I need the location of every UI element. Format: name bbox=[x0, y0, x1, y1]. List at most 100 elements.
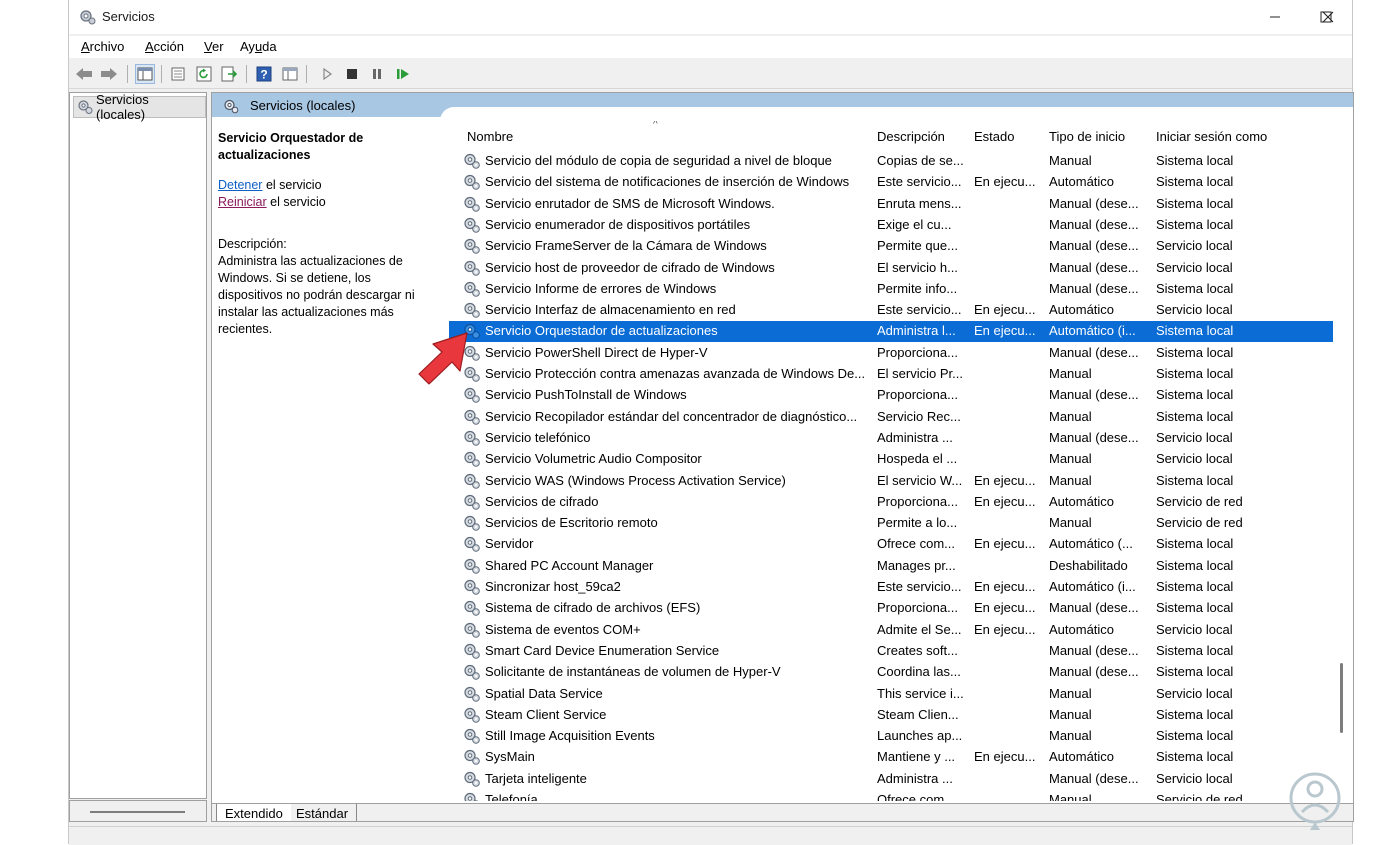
watermark-logo-icon bbox=[1286, 768, 1344, 832]
service-name: Spatial Data Service bbox=[485, 686, 871, 701]
refresh-icon[interactable] bbox=[194, 64, 214, 84]
service-description: Coordina las... bbox=[877, 664, 971, 679]
view-icon[interactable] bbox=[280, 64, 300, 84]
table-row-selected[interactable]: Servicio Orquestador de actualizacionesA… bbox=[449, 321, 1333, 342]
service-gear-icon bbox=[463, 770, 481, 791]
service-description: Proporciona... bbox=[877, 600, 971, 615]
service-startup-type: Manual bbox=[1049, 153, 1147, 168]
service-status: En ejecu... bbox=[974, 622, 1040, 637]
service-startup-type: Manual bbox=[1049, 515, 1147, 530]
column-header-status[interactable]: Estado bbox=[974, 129, 1014, 144]
table-row[interactable]: Servicio Volumetric Audio CompositorHosp… bbox=[449, 449, 1333, 470]
service-description: Creates soft... bbox=[877, 643, 971, 658]
service-gear-icon bbox=[463, 216, 481, 237]
service-gear-icon bbox=[463, 173, 481, 194]
menu-archivo[interactable]: Archivo bbox=[81, 39, 124, 54]
service-gear-icon bbox=[463, 493, 481, 514]
close-button[interactable] bbox=[1303, 0, 1353, 34]
table-row[interactable]: Still Image Acquisition EventsLaunches a… bbox=[449, 726, 1333, 747]
table-row[interactable]: Servicio enumerador de dispositivos port… bbox=[449, 215, 1333, 236]
play-icon[interactable] bbox=[317, 64, 337, 84]
service-log-on-as: Servicio local bbox=[1156, 238, 1326, 253]
service-name: Sistema de cifrado de archivos (EFS) bbox=[485, 600, 871, 615]
service-description: Mantiene y ... bbox=[877, 749, 971, 764]
table-row[interactable]: Servicio WAS (Windows Process Activation… bbox=[449, 471, 1333, 492]
table-row[interactable]: Servicio Informe de errores de WindowsPe… bbox=[449, 279, 1333, 300]
service-startup-type: Manual bbox=[1049, 451, 1147, 466]
table-row[interactable]: Shared PC Account ManagerManages pr...De… bbox=[449, 556, 1333, 577]
column-header-startup-type[interactable]: Tipo de inicio bbox=[1049, 129, 1125, 144]
services-window: Servicios Archivo Acción Ver Ayuda ? bbox=[68, 0, 1353, 844]
help-icon[interactable]: ? bbox=[254, 64, 274, 84]
table-row[interactable]: Servicio PushToInstall de WindowsProporc… bbox=[449, 385, 1333, 406]
service-gear-icon bbox=[463, 791, 481, 801]
scrollbar-thumb[interactable] bbox=[1340, 663, 1343, 733]
table-row[interactable]: TelefoníaOfrece com...ManualServicio de … bbox=[449, 790, 1333, 801]
table-row[interactable]: Sistema de cifrado de archivos (EFS) Prop… bbox=[449, 598, 1333, 619]
table-row[interactable]: Servicio del módulo de copia de segurida… bbox=[449, 151, 1333, 172]
table-row[interactable]: SysMainMantiene y ...En ejecu...Automáti… bbox=[449, 747, 1333, 768]
tab-standard[interactable]: Estándar bbox=[288, 804, 357, 822]
service-name: Sincronizar host_59ca2 bbox=[485, 579, 871, 594]
table-row[interactable]: Servicio host de proveedor de cifrado de… bbox=[449, 258, 1333, 279]
table-row[interactable]: Servicio del sistema de notificaciones d… bbox=[449, 172, 1333, 193]
menu-accion[interactable]: Acción bbox=[145, 39, 184, 54]
service-name: Servicio Orquestador de actualizaciones bbox=[485, 323, 871, 338]
table-row[interactable]: Solicitante de instantáneas de volumen d… bbox=[449, 662, 1333, 683]
column-header-log-on-as[interactable]: Iniciar sesión como bbox=[1156, 129, 1267, 144]
restart-service-link[interactable]: Reiniciar bbox=[218, 195, 267, 209]
table-row[interactable]: Servicio telefónicoAdministra ...Manual … bbox=[449, 428, 1333, 449]
table-row[interactable]: Servicio Recopilador estándar del concen… bbox=[449, 407, 1333, 428]
minimize-button[interactable] bbox=[1250, 0, 1300, 34]
service-startup-type: Manual (dese... bbox=[1049, 387, 1147, 402]
stop-icon[interactable] bbox=[342, 64, 362, 84]
table-row[interactable]: Spatial Data ServiceThis service i...Man… bbox=[449, 684, 1333, 705]
menu-ayuda[interactable]: Ayuda bbox=[240, 39, 277, 54]
stop-service-suffix: el servicio bbox=[262, 178, 321, 192]
service-log-on-as: Sistema local bbox=[1156, 409, 1326, 424]
service-startup-type: Manual (dese... bbox=[1049, 217, 1147, 232]
table-row[interactable]: Smart Card Device Enumeration ServiceCre… bbox=[449, 641, 1333, 662]
table-row[interactable]: Servicio Protección contra amenazas avan… bbox=[449, 364, 1333, 385]
show-tree-icon[interactable] bbox=[135, 64, 155, 84]
service-status: En ejecu... bbox=[974, 600, 1040, 615]
table-row[interactable]: Sincronizar host_59ca2Este servicio...En… bbox=[449, 577, 1333, 598]
service-gear-icon bbox=[463, 386, 481, 407]
service-description: Permite info... bbox=[877, 281, 971, 296]
table-row[interactable]: Sistema de eventos COM+ Admite el Se...En… bbox=[449, 620, 1333, 641]
pause-icon[interactable] bbox=[367, 64, 387, 84]
table-row[interactable]: Servicio enrutador de SMS de Microsoft W… bbox=[449, 194, 1333, 215]
column-header-name[interactable]: Nombre bbox=[467, 129, 513, 144]
column-header-description[interactable]: Descripción bbox=[877, 129, 945, 144]
tree-horizontal-scrollbar[interactable] bbox=[69, 800, 207, 822]
tree-node-services-local[interactable]: Servicios (locales) bbox=[73, 96, 206, 118]
table-row[interactable]: Servicio PowerShell Direct de Hyper-VPro… bbox=[449, 343, 1333, 364]
service-log-on-as: Sistema local bbox=[1156, 600, 1326, 615]
service-startup-type: Manual (dese... bbox=[1049, 281, 1147, 296]
table-row[interactable]: Tarjeta inteligenteAdministra ...Manual … bbox=[449, 769, 1333, 790]
export-icon[interactable] bbox=[219, 64, 239, 84]
service-name: Servicio Volumetric Audio Compositor bbox=[485, 451, 871, 466]
menu-ver[interactable]: Ver bbox=[204, 39, 224, 54]
service-gear-icon bbox=[463, 599, 481, 620]
service-startup-type: Manual (dese... bbox=[1049, 260, 1147, 275]
stop-service-link[interactable]: Detener bbox=[218, 178, 262, 192]
restart-icon[interactable] bbox=[393, 64, 413, 84]
service-description: El servicio h... bbox=[877, 260, 971, 275]
service-name: Sistema de eventos COM+ bbox=[485, 622, 871, 637]
service-gear-icon bbox=[463, 535, 481, 556]
table-row[interactable]: Servicio FrameServer de la Cámara de Win… bbox=[449, 236, 1333, 257]
table-row[interactable]: Servicios de Escritorio remotoPermite a … bbox=[449, 513, 1333, 534]
table-row[interactable]: Steam Client ServiceSteam Clien...Manual… bbox=[449, 705, 1333, 726]
service-description: Admite el Se... bbox=[877, 622, 971, 637]
service-name: Servicio del módulo de copia de segurida… bbox=[485, 153, 871, 168]
table-row[interactable]: Servicios de cifradoProporciona...En eje… bbox=[449, 492, 1333, 513]
back-icon[interactable] bbox=[74, 64, 94, 84]
table-row[interactable]: Servicio Interfaz de almacenamiento en r… bbox=[449, 300, 1333, 321]
service-name: Servicio FrameServer de la Cámara de Win… bbox=[485, 238, 871, 253]
tab-extended[interactable]: Extendido bbox=[216, 804, 291, 822]
forward-icon[interactable] bbox=[99, 64, 119, 84]
properties-icon[interactable] bbox=[168, 64, 188, 84]
table-row[interactable]: ServidorOfrece com...En ejecu...Automáti… bbox=[449, 534, 1333, 555]
list-vertical-scrollbar[interactable] bbox=[1332, 121, 1350, 801]
